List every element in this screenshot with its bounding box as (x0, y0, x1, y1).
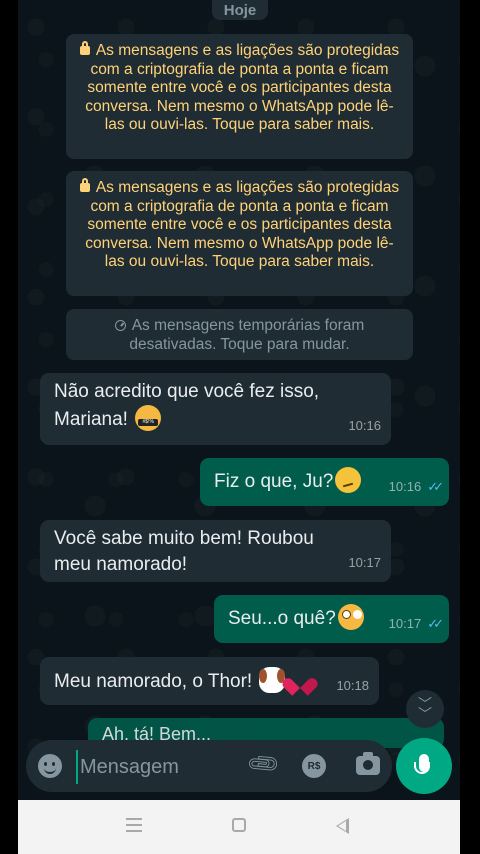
temporary-messages-notice[interactable]: As mensagens temporárias foram desativad… (66, 309, 413, 360)
date-chip: Hoje (212, 0, 268, 20)
camera-icon[interactable] (356, 752, 380, 775)
incoming-message[interactable]: Você sabe muito bem! Roubou meu namorado… (40, 520, 391, 582)
cursing-face-emoji-icon (135, 405, 162, 431)
message-text: Meu namorado, o Thor! (54, 671, 253, 692)
outgoing-message[interactable]: Fiz o que, Ju? 10:16 ✓✓ (200, 458, 449, 506)
message-time: 10:17 (348, 555, 381, 570)
message-input[interactable] (76, 750, 242, 784)
message-time: 10:18 (336, 678, 369, 693)
message-time: 10:16 (388, 479, 422, 494)
encryption-notice[interactable]: As mensagens e as ligações são protegida… (66, 34, 413, 159)
message-meta: 10:16 ✓✓ (388, 474, 444, 500)
encryption-notice-text: As mensagens e as ligações são protegida… (85, 179, 400, 270)
encryption-notice-text: As mensagens e as ligações são protegida… (85, 42, 400, 133)
microphone-icon (414, 754, 430, 774)
system-navigation-bar (18, 800, 460, 854)
lock-icon (79, 41, 90, 55)
read-ticks-icon: ✓✓ (427, 616, 444, 631)
chat-screen: Hoje As mensagens e as ligações são prot… (18, 0, 460, 800)
incoming-message[interactable]: Meu namorado, o Thor! 10:18 (40, 657, 379, 705)
home-icon[interactable] (232, 818, 246, 832)
dog-face-emoji-icon (259, 667, 286, 693)
message-composer: 📎︎ R$ (26, 740, 392, 792)
recent-apps-icon[interactable] (126, 818, 142, 832)
confused-face-emoji-icon (335, 467, 362, 493)
payment-icon[interactable]: R$ (302, 754, 326, 778)
scroll-to-bottom-button[interactable]: ﹀ ﹀ (406, 690, 444, 728)
back-icon[interactable] (336, 818, 349, 834)
message-time: 10:16 (348, 418, 381, 433)
emoji-icon[interactable] (38, 754, 62, 778)
message-text: Você sabe muito bem! Roubou meu namorado… (54, 528, 314, 575)
message-text: Fiz o que, Ju? (214, 471, 334, 492)
attachment-icon[interactable]: 📎︎ (245, 745, 282, 782)
message-text: Seu...o quê? (228, 608, 336, 629)
message-text: Não acredito que você fez isso, Mariana! (54, 381, 320, 430)
broken-heart-emoji-icon (287, 667, 313, 693)
encryption-notice[interactable]: As mensagens e as ligações são protegida… (66, 171, 413, 296)
outgoing-message[interactable]: Seu...o quê? 10:17 ✓✓ (214, 595, 449, 643)
flushed-face-emoji-icon (337, 604, 364, 630)
message-time: 10:17 (388, 616, 422, 631)
double-chevron-down-icon: ﹀ ﹀ (418, 696, 432, 722)
read-ticks-icon: ✓✓ (427, 479, 444, 494)
message-meta: 10:17 ✓✓ (388, 611, 444, 637)
voice-message-button[interactable] (396, 738, 452, 794)
incoming-message[interactable]: Não acredito que você fez isso, Mariana!… (40, 373, 391, 445)
timer-icon (114, 320, 126, 331)
lock-icon (79, 178, 90, 192)
temporary-notice-text: As mensagens temporárias foram desativad… (129, 317, 365, 353)
